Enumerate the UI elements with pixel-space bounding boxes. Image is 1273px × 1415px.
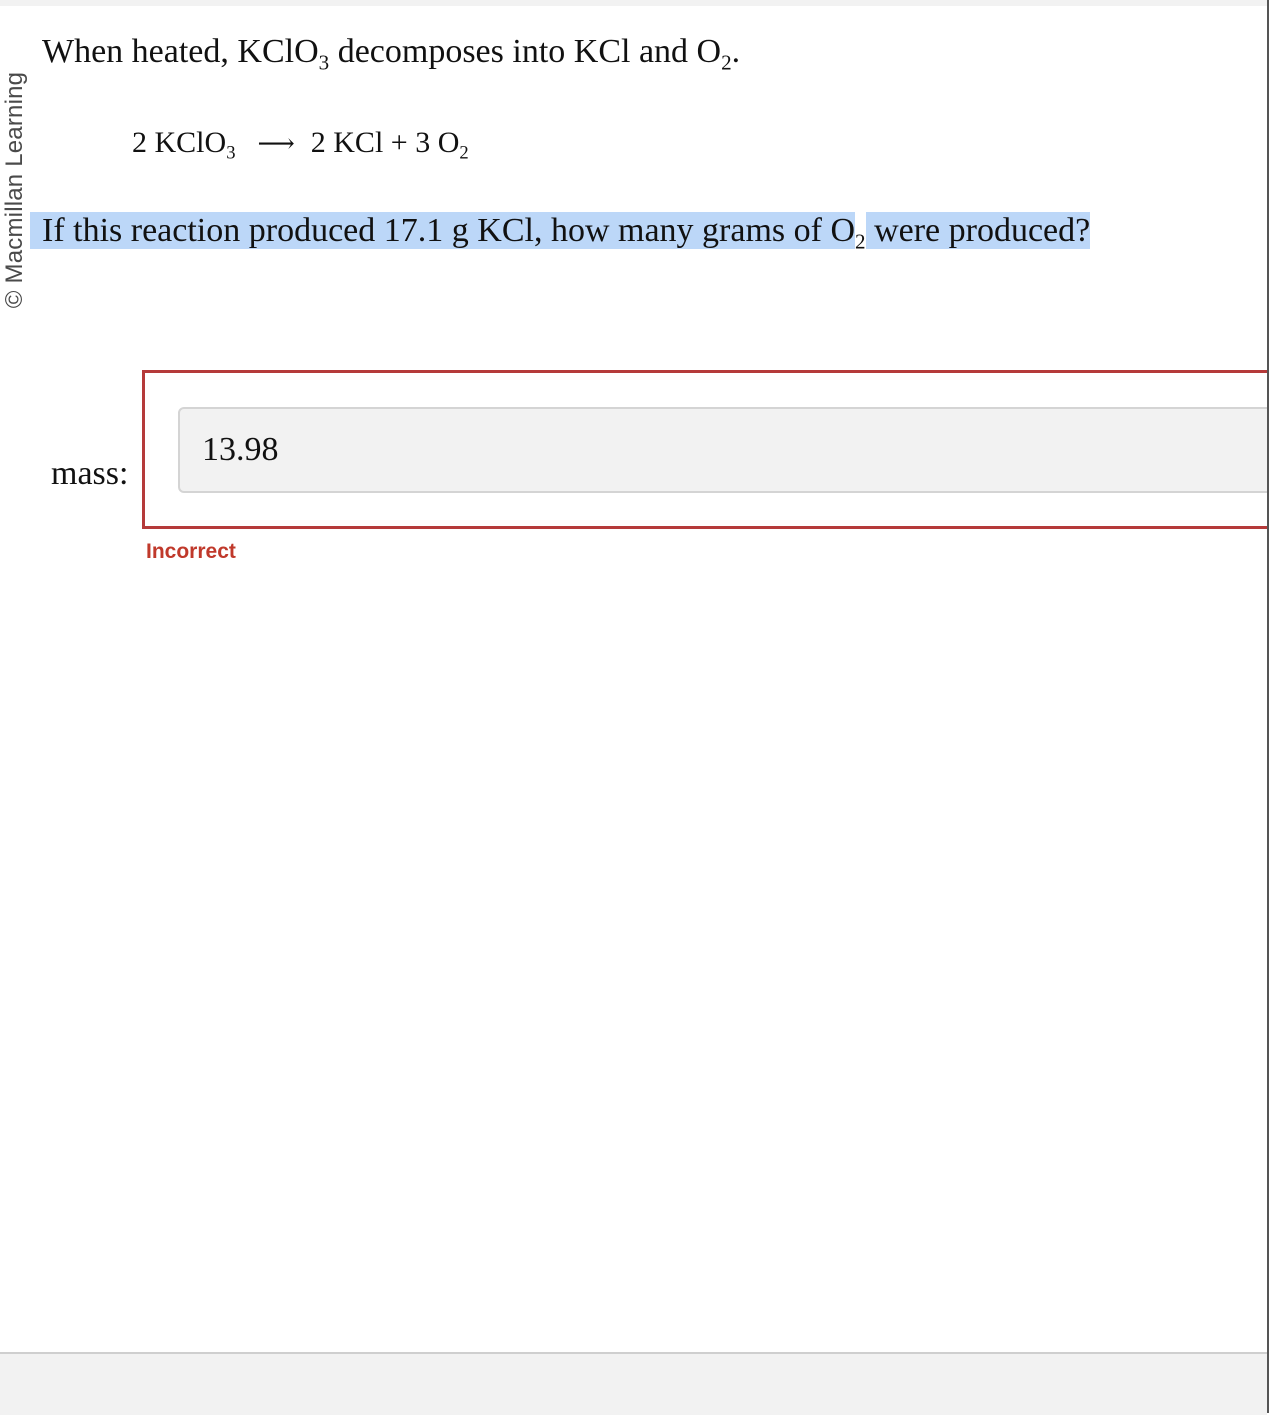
equation-reactant-subscript: 3	[226, 142, 236, 164]
mass-label: mass:	[51, 455, 129, 492]
intro-text-2: decomposes into KCl and O	[329, 33, 722, 70]
mass-input[interactable]	[178, 407, 1273, 493]
question-given-mass: 17.1 g KCl	[383, 212, 534, 249]
copyright-label: © Macmillan Learning	[1, 71, 28, 309]
intro-text-3: .	[731, 33, 741, 70]
problem-intro: When heated, KClO3 decomposes into KCl a…	[42, 30, 740, 74]
question-text-1: If this reaction produced	[30, 212, 384, 249]
chemical-equation: 2 KClO3 ⟶ 2 KCl + 3 O2	[132, 122, 469, 165]
top-strip	[0, 0, 1273, 6]
reaction-arrow-icon: ⟶	[257, 129, 295, 158]
right-divider	[1267, 0, 1273, 1413]
question-text-2: , how many grams of O	[533, 212, 856, 249]
intro-subscript-2: 2	[721, 50, 732, 75]
question-text: If this reaction produced 17.1 g KCl, ho…	[30, 205, 1091, 257]
bottom-bar	[0, 1352, 1267, 1415]
intro-subscript-1: 3	[318, 50, 330, 75]
equation-products: 2 KCl + 3 O	[310, 126, 460, 159]
question-text-3: were produced?	[865, 212, 1091, 249]
question-subscript: 2	[855, 229, 866, 254]
equation-product-subscript: 2	[459, 142, 469, 164]
equation-reactant: 2 KClO	[132, 126, 227, 159]
status-incorrect: Incorrect	[146, 540, 236, 563]
intro-text-1: When heated, KClO	[42, 33, 319, 70]
